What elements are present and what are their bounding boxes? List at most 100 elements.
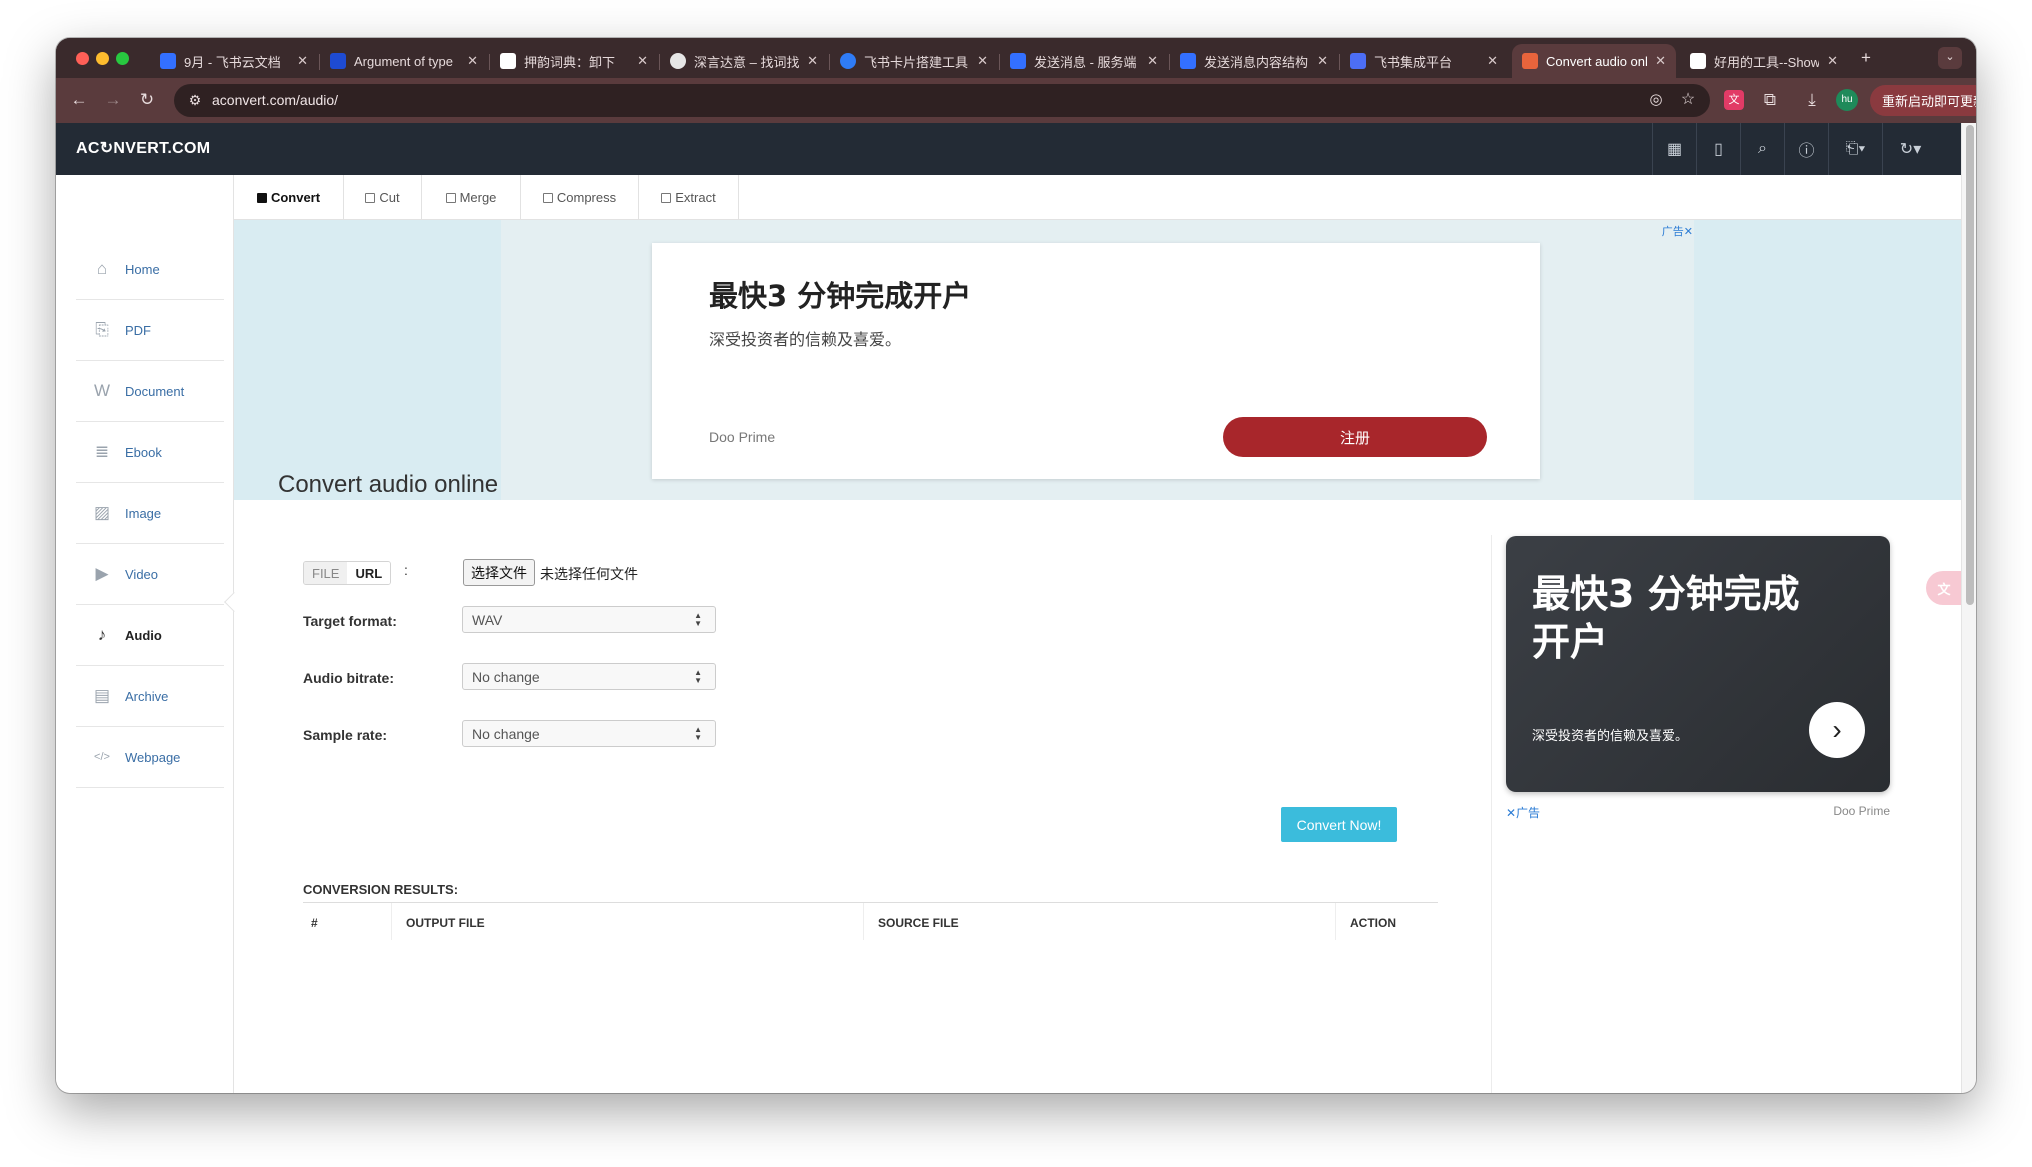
nav-item-webpage[interactable]: </> Webpage [76, 727, 224, 788]
column-header: # [311, 916, 318, 930]
language-icon[interactable]: ⎗▾ [1828, 123, 1882, 175]
tab-title: 押韵词典：卸下 [524, 54, 616, 70]
url-tab[interactable]: URL [347, 562, 391, 584]
close-tab-icon[interactable]: ✕ [1147, 53, 1158, 69]
tab-convert[interactable]: Convert [234, 175, 344, 220]
search-icon[interactable]: ⌕ [1740, 123, 1784, 175]
browser-tab[interactable]: 好用的工具--Show ✕ [1680, 44, 1848, 78]
url-text[interactable]: aconvert.com/audio/ [212, 92, 338, 108]
tab-favicon-icon [1010, 53, 1026, 69]
browser-tab[interactable]: 飞书卡片搭建工具 ✕ [830, 44, 998, 78]
ad-card[interactable]: 最快3 分钟完成开户 深受投资者的信赖及喜爱。 Doo Prime 注册 [652, 243, 1540, 479]
nav-label: Audio [125, 627, 162, 643]
help-icon[interactable]: ⓘ [1784, 123, 1828, 175]
nav-item-audio[interactable]: ♪ Audio [76, 605, 224, 666]
nav-item-image[interactable]: ▨ Image [76, 483, 224, 544]
eye-off-icon[interactable]: ◎ [1646, 90, 1666, 110]
ad-brand: Doo Prime [709, 429, 776, 445]
checkbox-icon [445, 192, 456, 203]
file-tab[interactable]: FILE [304, 562, 348, 584]
no-file-text: 未选择任何文件 [540, 567, 638, 583]
ad-register-button[interactable]: 注册 [1223, 417, 1487, 457]
browser-tab[interactable]: 深言达意 – 找词找 ✕ [660, 44, 828, 78]
tab-favicon-icon [1690, 53, 1706, 69]
checkbox-icon [661, 192, 672, 203]
browser-tab[interactable]: 飞书集成平台 ✕ [1340, 44, 1508, 78]
back-icon[interactable]: ← [68, 90, 90, 110]
page-scrollbar[interactable] [1961, 123, 1976, 1093]
convert-now-button[interactable]: Convert Now! [1281, 807, 1397, 842]
ad-close-icon[interactable]: 广告✕ [1662, 223, 1693, 239]
close-tab-icon[interactable]: ✕ [1655, 53, 1666, 69]
forward-icon[interactable]: → [102, 90, 124, 110]
profile-avatar[interactable]: hu [1836, 89, 1858, 111]
audio-bitrate-select[interactable]: No change ▲ ▼ [462, 663, 716, 690]
target-format-select[interactable]: WAV ▲ ▼ [462, 606, 716, 633]
address-bar[interactable]: ⚙ aconvert.com/audio/ ◎ ☆ [174, 84, 1710, 117]
zoom-window-button[interactable] [116, 52, 129, 65]
ebook-icon: ≣ [94, 442, 110, 461]
browser-tab-active[interactable]: Convert audio onl ✕ [1512, 44, 1676, 78]
close-tab-icon[interactable]: ✕ [807, 53, 818, 69]
close-tab-icon[interactable]: ✕ [1317, 53, 1328, 69]
grid-menu-icon[interactable]: ▦ [1652, 123, 1696, 175]
checkbox-icon [256, 192, 267, 203]
close-tab-icon[interactable]: ✕ [1487, 53, 1498, 69]
select-value: No change [472, 725, 540, 742]
close-tab-icon[interactable]: ✕ [297, 53, 308, 69]
refresh-menu-icon[interactable]: ↻▾ [1882, 123, 1938, 175]
side-ad[interactable]: 最快3 分钟完成开户 深受投资者的信赖及喜爱。 › [1506, 536, 1890, 792]
column-divider [863, 903, 864, 940]
close-tab-icon[interactable]: ✕ [637, 53, 648, 69]
tab-title: 深言达意 – 找词找 [694, 54, 800, 70]
restart-label: 重新启动即可更新 [1882, 95, 1976, 110]
page-title: Convert audio online [278, 471, 499, 498]
download-icon[interactable]: ⤓ [1802, 90, 1822, 110]
choose-file-button[interactable]: 选择文件 [463, 559, 535, 586]
close-tab-icon[interactable]: ✕ [467, 53, 478, 69]
browser-tab[interactable]: Argument of type ✕ [320, 44, 488, 78]
side-ad-brand: Doo Prime [1833, 804, 1890, 818]
restart-update-button[interactable]: 重新启动即可更新 ⋮ [1870, 85, 1976, 116]
browser-tab[interactable]: 发送消息内容结构 ✕ [1170, 44, 1338, 78]
close-tab-icon[interactable]: ✕ [1827, 53, 1838, 69]
tab-cut[interactable]: Cut [344, 175, 422, 220]
extensions-icon[interactable]: ⧉ [1760, 90, 1780, 110]
browser-window: 9月 - 飞书云文档 ✕ Argument of type ✕ 押韵词典：卸下 … [56, 38, 1976, 1093]
new-tab-icon[interactable]: + [1856, 48, 1876, 68]
nav-item-pdf[interactable]: ⎘ PDF [76, 300, 224, 361]
tab-favicon-icon [1522, 53, 1538, 69]
site-info-icon[interactable]: ⚙ [186, 90, 204, 110]
translate-float-icon[interactable]: 文 [1926, 571, 1962, 605]
source-toggle: FILE URL [303, 561, 392, 585]
nav-item-home[interactable]: ⌂ Home [76, 239, 224, 300]
bookmark-star-icon[interactable]: ☆ [1678, 90, 1698, 110]
tab-search-icon[interactable]: ⌄ [1938, 47, 1962, 69]
tab-favicon-icon [330, 53, 346, 69]
close-window-button[interactable] [76, 52, 89, 65]
tab-merge[interactable]: Merge [422, 175, 521, 220]
browser-tab[interactable]: 押韵词典：卸下 ✕ [490, 44, 658, 78]
minimize-window-button[interactable] [96, 52, 109, 65]
nav-item-document[interactable]: W Document [76, 361, 224, 422]
tab-extract[interactable]: Extract [639, 175, 739, 220]
nav-item-archive[interactable]: ▤ Archive [76, 666, 224, 727]
browser-tab[interactable]: 9月 - 飞书云文档 ✕ [150, 44, 318, 78]
operation-tabs: Convert Cut Merge Compress Extract [234, 175, 1961, 220]
sample-rate-select[interactable]: No change ▲ ▼ [462, 720, 716, 747]
tab-compress[interactable]: Compress [521, 175, 639, 220]
nav-item-ebook[interactable]: ≣ Ebook [76, 422, 224, 483]
reload-icon[interactable]: ↻ [136, 90, 158, 110]
site-logo[interactable]: AC↻NVERT.COM [76, 138, 210, 158]
close-tab-icon[interactable]: ✕ [977, 53, 988, 69]
side-ad-close-icon[interactable]: ✕广告 [1506, 806, 1540, 820]
nav-item-video[interactable]: ▶ Video [76, 544, 224, 605]
home-icon: ⌂ [96, 259, 108, 278]
scrollbar-thumb[interactable] [1966, 125, 1974, 605]
browser-tab[interactable]: 发送消息 - 服务端 ✕ [1000, 44, 1168, 78]
translate-extension-icon[interactable]: 文 [1724, 90, 1744, 110]
tab-title: 飞书卡片搭建工具 [864, 54, 969, 70]
browser-toolbar: ← → ↻ ⚙ aconvert.com/audio/ ◎ ☆ 文 ⧉ ⤓ hu… [56, 78, 1976, 123]
chevron-right-icon[interactable]: › [1809, 702, 1865, 758]
mobile-icon[interactable]: ▯ [1696, 123, 1740, 175]
